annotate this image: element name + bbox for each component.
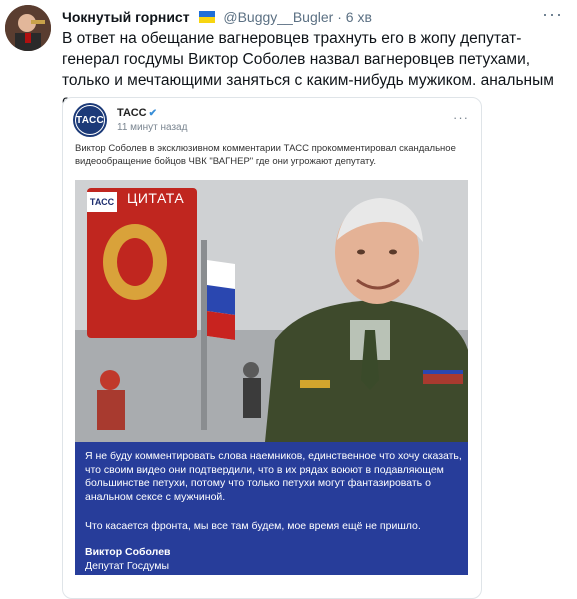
tass-logo[interactable]: ТАСС [73,103,107,137]
quote-paragraph-1: Я не буду комментировать слова наемников… [85,450,462,503]
tweet-header: Чокнутый горнист @Buggy__Bugler · 6 хв [62,9,372,25]
quote-photo: ТАСС ЦИТАТА [75,180,468,442]
quote-author-role: Депутат Госдумы [85,560,170,572]
author-handle[interactable]: @Buggy__Bugler [223,9,333,25]
card-source-name[interactable]: ТАСС ✔ [117,107,157,119]
tweet-time[interactable]: 6 хв [346,9,372,25]
author-avatar[interactable] [5,5,51,51]
quote-author: Виктор Соболев [85,546,171,558]
more-dots-icon[interactable]: ··· [542,4,563,25]
quote-paragraph-2: Что касается фронта, мы все там будем, м… [85,520,421,532]
image-quote-label: ЦИТАТА [127,190,185,206]
header-separator: · [337,9,342,25]
card-more-dots-icon[interactable]: ··· [453,110,469,125]
card-time: 11 минут назад [117,122,188,133]
embedded-post-card[interactable]: ТАСС ТАСС ✔ 11 минут назад ··· Виктор Соб… [62,97,482,599]
card-description: Виктор Соболев в эксклюзивном комментари… [75,143,456,167]
verified-check-icon: ✔ [148,108,157,119]
quote-box: Я не буду комментировать слова наемников… [75,442,468,575]
author-name[interactable]: Чокнутый горнист [62,9,190,25]
image-tass-tag: ТАСС [87,192,117,212]
ukraine-flag-icon [199,11,216,23]
